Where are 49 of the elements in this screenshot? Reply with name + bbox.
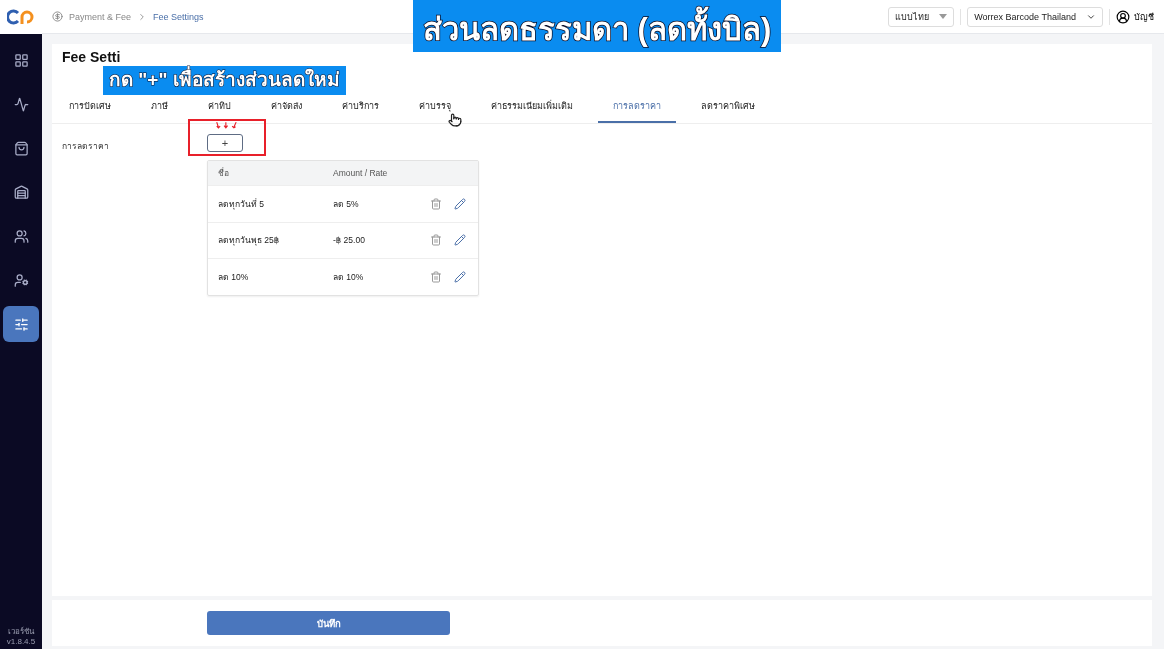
trash-icon[interactable] [430, 234, 442, 247]
pencil-icon[interactable] [454, 270, 466, 283]
tab[interactable]: ค่าทิป [193, 97, 246, 123]
dollar-icon [52, 11, 63, 22]
tab[interactable]: ค่าจัดส่ง [256, 97, 317, 123]
trash-icon[interactable] [430, 270, 442, 283]
caption-banner: ส่วนลดธรรมดา (ลดทั้งบิล) [413, 0, 782, 52]
sliders-icon [13, 316, 29, 332]
table-cell-text: ลด 10% [218, 270, 250, 284]
user-icon [1116, 9, 1130, 24]
breadcrumb-link[interactable]: Fee Settings [153, 11, 204, 22]
tab[interactable]: ค่าบรรจุ [404, 97, 466, 123]
tab[interactable]: การปัดเศษ [54, 97, 126, 123]
tab[interactable]: ลดราคาพิเศษ [686, 97, 770, 123]
trash-icon[interactable] [430, 197, 442, 210]
column-header: ชื่อ [218, 166, 230, 180]
tab[interactable]: ค่าธรรมเนียมเพิ่มเติม [476, 97, 588, 123]
add-button[interactable]: + [207, 134, 243, 152]
table-cell-text: ลด 5% [333, 197, 360, 211]
users-icon [13, 228, 29, 244]
grid-icon [13, 52, 29, 68]
section-label: การลดราคา [62, 140, 110, 153]
table-cell-text: ลด 10% [333, 270, 365, 284]
store-select[interactable]: Worrex Barcode Thailand [967, 6, 1103, 27]
caption-banner: กด "+" เพื่อสร้างส่วนลดใหม่ [103, 66, 346, 95]
version-number: v1.8.4.5 [6, 637, 36, 647]
version-label: เวอร์ชัน [7, 627, 36, 637]
pencil-icon[interactable] [454, 234, 466, 247]
sidebar-item[interactable] [3, 306, 39, 342]
account-link[interactable]: บัญชี [1134, 9, 1154, 24]
pencil-icon[interactable] [454, 197, 466, 210]
caret-icon [939, 14, 948, 19]
bag-icon [13, 140, 29, 156]
warehouse-icon [13, 184, 29, 200]
page-title: Fee Setti [62, 50, 121, 65]
logo-icon [7, 8, 35, 26]
table-cell-text: -฿ 25.00 [333, 235, 366, 246]
hand-cursor-icon [448, 113, 462, 127]
tab[interactable]: ภาษี [136, 97, 183, 123]
table-cell-text: ลดทุกวันที่ 5 [218, 197, 266, 211]
tab[interactable]: ค่าบริการ [327, 97, 394, 123]
column-header: Amount / Rate [333, 168, 389, 178]
tab[interactable]: การลดราคา [598, 97, 676, 123]
save-button[interactable]: บันทึก [207, 611, 450, 635]
pulse-icon [13, 96, 29, 112]
breadcrumb-link[interactable]: Payment & Fee [69, 11, 132, 22]
table-cell-text: ลดทุกวันพุธ 25฿ [218, 234, 281, 248]
language-select[interactable]: แบบไทย [888, 6, 955, 27]
user-icon [13, 272, 29, 288]
